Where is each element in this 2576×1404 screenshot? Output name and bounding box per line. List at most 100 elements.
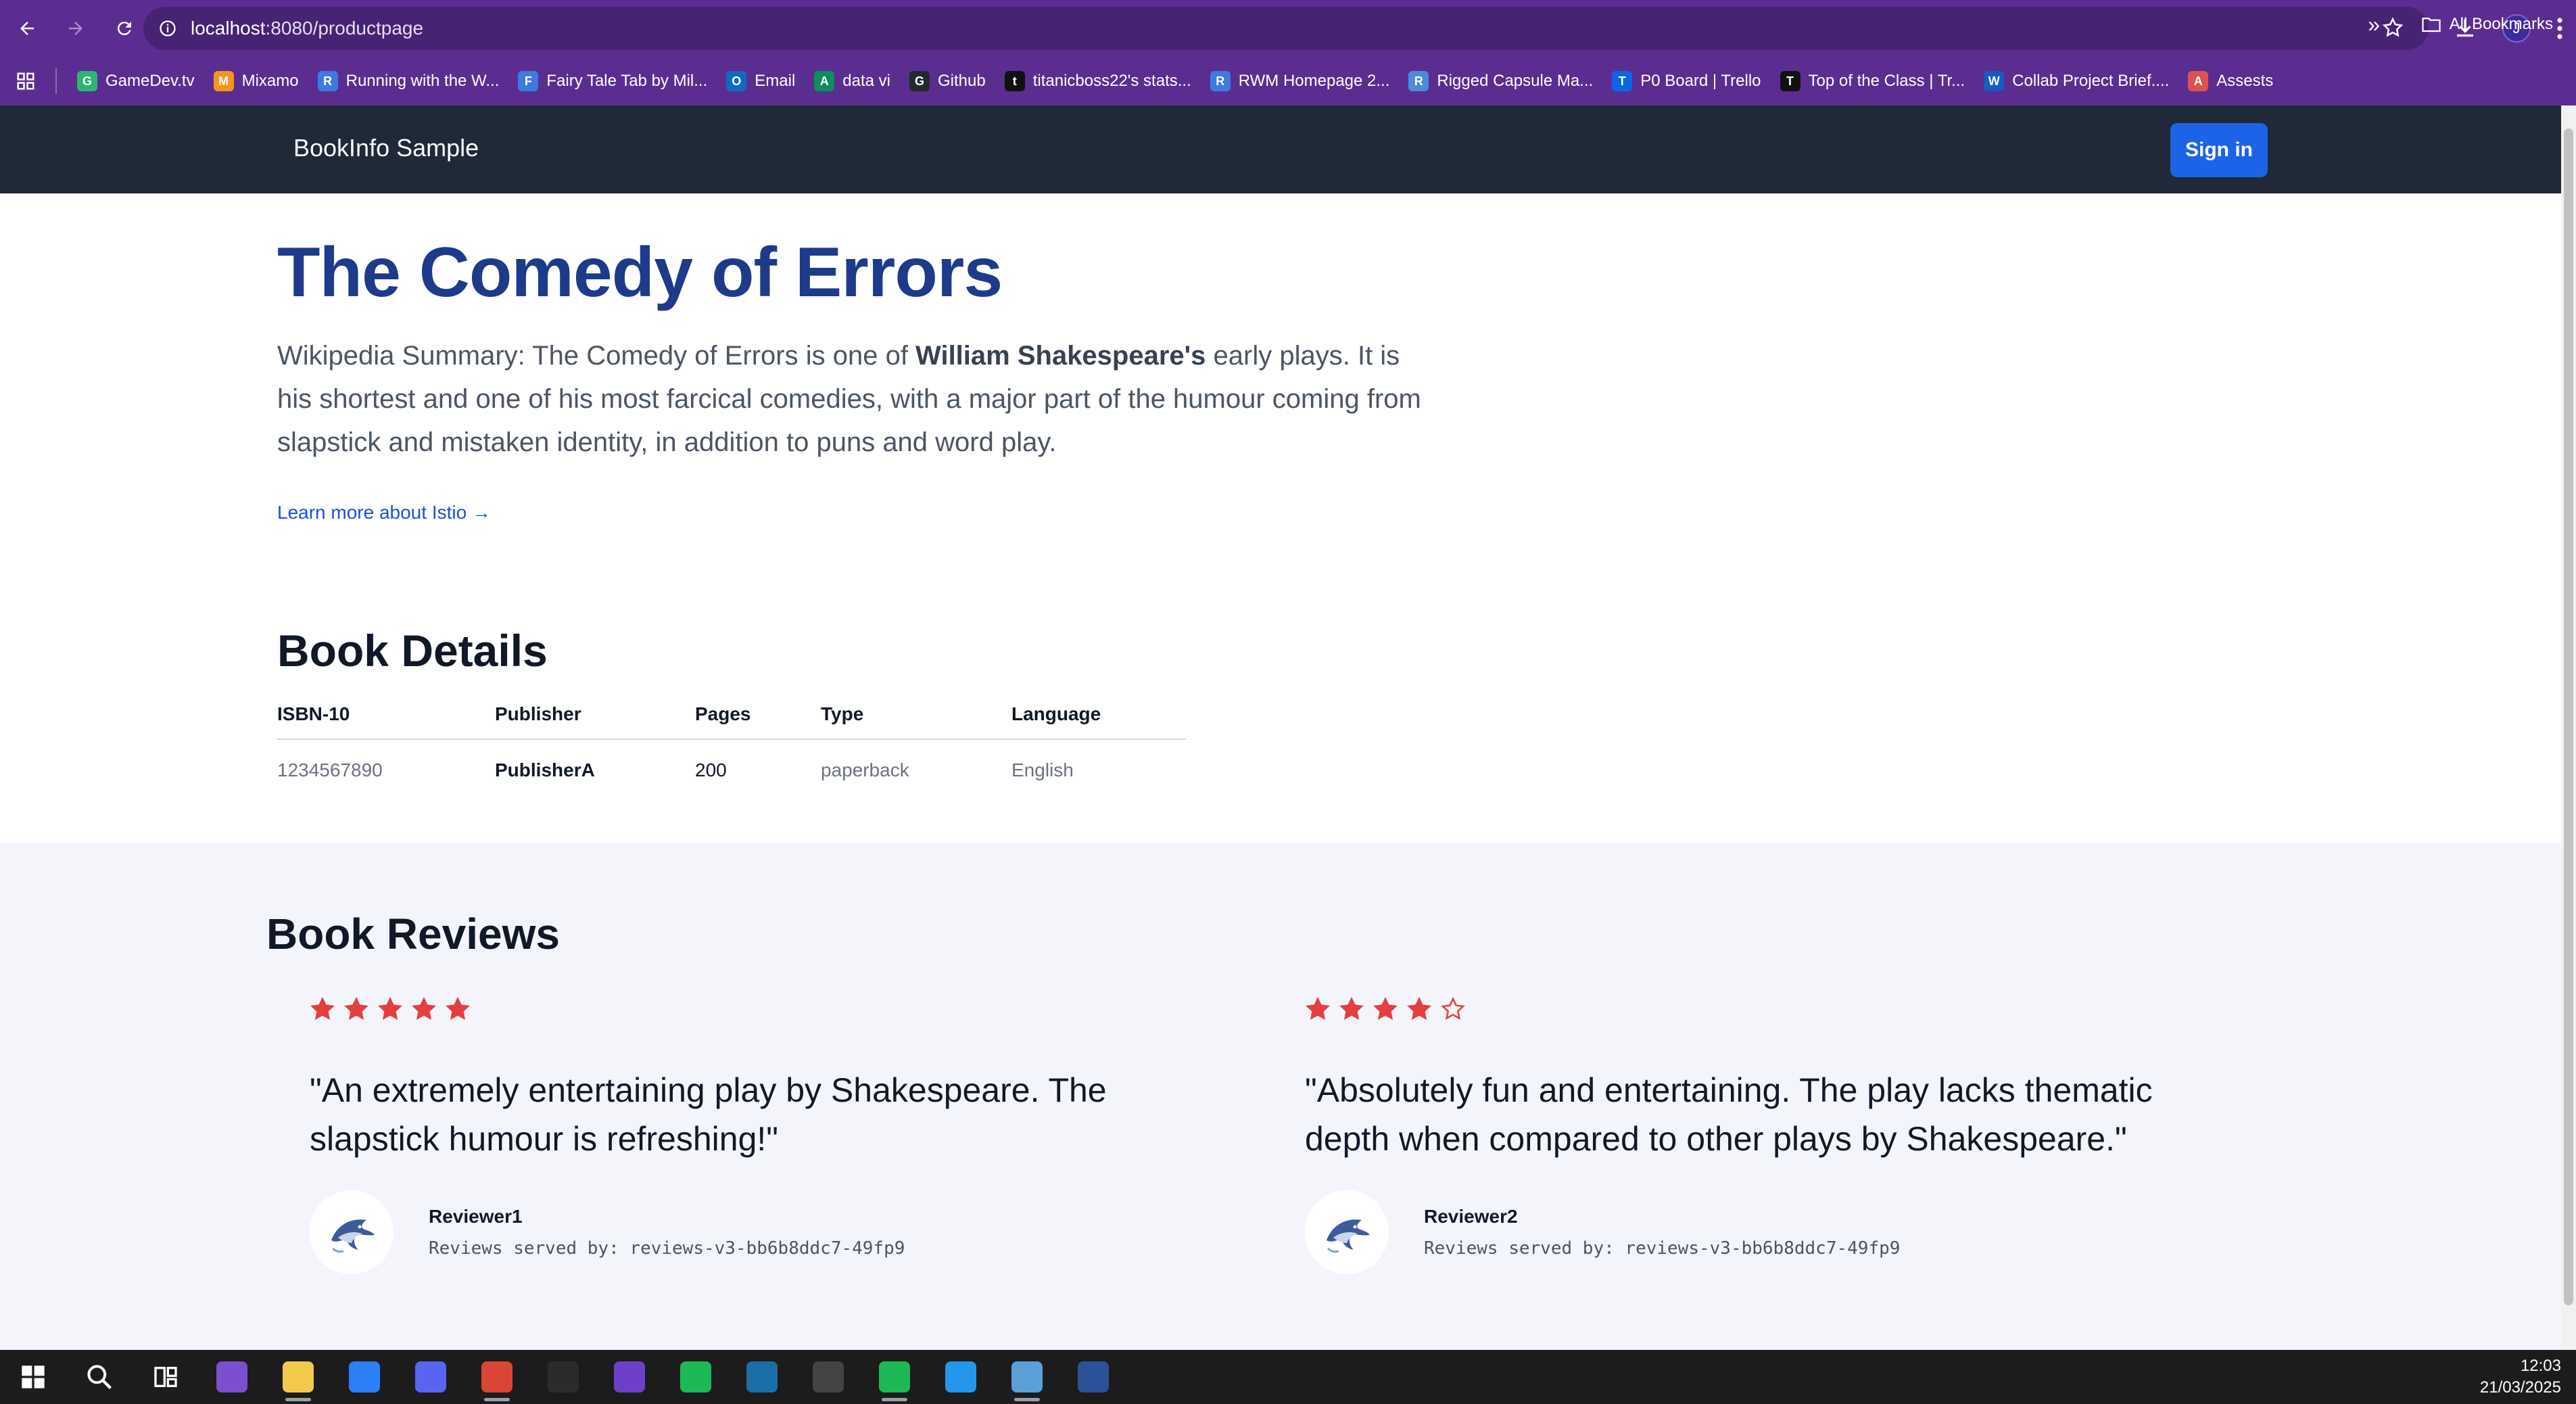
reload-icon bbox=[117, 22, 131, 36]
type-value: paperback bbox=[821, 759, 909, 780]
bookmark-label: Github bbox=[938, 72, 986, 90]
discord-icon[interactable] bbox=[398, 1350, 464, 1404]
task-view-icon[interactable] bbox=[133, 1350, 199, 1404]
bookmark-item[interactable]: t titanicboss22's stats... bbox=[995, 64, 1201, 99]
bookmark-item[interactable]: A Assests bbox=[2178, 64, 2283, 99]
site-info-icon[interactable] bbox=[158, 19, 177, 38]
bookmark-label: GameDev.tv bbox=[105, 72, 195, 90]
filled-star-icon bbox=[377, 996, 403, 1022]
clock-time: 12:03 bbox=[2520, 1357, 2561, 1375]
bookmark-favicon-icon: M bbox=[213, 71, 234, 91]
reload-button[interactable] bbox=[100, 0, 149, 57]
bookmark-label: Email bbox=[755, 72, 796, 90]
bookmark-item[interactable]: Adata vi bbox=[805, 64, 900, 99]
bookmark-favicon-icon: A bbox=[2188, 71, 2209, 91]
bookmark-label: data vi bbox=[842, 72, 890, 90]
reviewer-name: Reviewer1 bbox=[429, 1206, 523, 1227]
review-card: "An extremely entertaining play by Shake… bbox=[310, 994, 1256, 1274]
bookmark-favicon-icon: G bbox=[77, 71, 97, 91]
bookmark-item[interactable]: W Collab Project Brief.... bbox=[1974, 64, 2178, 99]
terminal-icon[interactable] bbox=[530, 1350, 596, 1404]
language-value: English bbox=[1011, 759, 1074, 780]
product-title: The Comedy of Errors bbox=[277, 233, 1003, 312]
bookmark-favicon-icon: O bbox=[726, 71, 747, 91]
dolphin-icon bbox=[331, 1219, 375, 1253]
book-details-table: ISBN-10 Publisher Pages Type Language 12… bbox=[277, 690, 1186, 801]
details-header-row: ISBN-10 Publisher Pages Type Language bbox=[277, 690, 1186, 740]
bookmark-label: RWM Homepage 2... bbox=[1238, 72, 1390, 90]
bookmark-item[interactable]: R Running with the W... bbox=[308, 64, 509, 99]
bookmark-item[interactable]: F Fairy Tale Tab by Mil... bbox=[508, 64, 717, 99]
bookmark-item[interactable]: R RWM Homepage 2... bbox=[1201, 64, 1400, 99]
bookmark-favicon-icon: R bbox=[1210, 71, 1231, 91]
filled-star-icon bbox=[1339, 996, 1364, 1022]
sign-in-button[interactable]: Sign in bbox=[2170, 123, 2268, 177]
bookmark-item[interactable]: R Rigged Capsule Ma... bbox=[1399, 64, 1602, 99]
filled-star-icon bbox=[411, 996, 437, 1022]
unity-icon[interactable] bbox=[795, 1350, 861, 1404]
search-icon[interactable] bbox=[66, 1350, 133, 1404]
bookmark-star-icon[interactable] bbox=[2381, 16, 2404, 39]
url-text: localhost:8080/productpage bbox=[191, 18, 424, 39]
bookmark-item[interactable]: O Email bbox=[717, 64, 805, 99]
chrome-icon[interactable] bbox=[464, 1350, 530, 1404]
powershell-icon[interactable] bbox=[1060, 1350, 1126, 1404]
bookmark-item[interactable]: G Github bbox=[900, 64, 995, 99]
filled-star-icon bbox=[1305, 996, 1331, 1022]
back-button[interactable] bbox=[3, 0, 51, 57]
bookmark-item[interactable]: T P0 Board | Trello bbox=[1602, 64, 1770, 99]
system-clock[interactable]: 12:03 21/03/2025 bbox=[2480, 1355, 2561, 1399]
product-summary: Wikipedia Summary: The Comedy of Errors … bbox=[277, 341, 1421, 457]
bookmark-item[interactable]: G GameDev.tv bbox=[68, 64, 204, 99]
apps-grid-icon[interactable] bbox=[7, 71, 45, 91]
more-bookmarks-chevron-icon[interactable]: » bbox=[2368, 12, 2380, 37]
docker-icon[interactable] bbox=[928, 1350, 994, 1404]
visual-studio-icon[interactable] bbox=[199, 1350, 265, 1404]
filled-star-icon bbox=[1406, 996, 1432, 1022]
reviewer-info: Reviewer2 Reviews served by: reviews-v3-… bbox=[1305, 1190, 2251, 1274]
bookmark-label: Rigged Capsule Ma... bbox=[1437, 72, 1594, 90]
bookmark-favicon-icon: F bbox=[518, 71, 539, 91]
review-card: "Absolutely fun and entertaining. The pl… bbox=[1305, 994, 2251, 1274]
book-reviews-heading: Book Reviews bbox=[266, 910, 560, 958]
reviewer-avatar bbox=[310, 1190, 393, 1274]
spotify-icon-2[interactable] bbox=[861, 1350, 928, 1404]
notepad-icon[interactable] bbox=[994, 1350, 1060, 1404]
bookmark-label: titanicboss22's stats... bbox=[1032, 72, 1191, 90]
forward-button[interactable] bbox=[51, 0, 100, 57]
bookmark-label: Assests bbox=[2216, 72, 2274, 90]
learn-more-link[interactable]: Learn more about Istio → bbox=[277, 502, 491, 523]
filled-star-icon bbox=[1373, 996, 1398, 1022]
review-text: "An extremely entertaining play by Shake… bbox=[310, 1071, 1107, 1158]
scrollbar-thumb[interactable] bbox=[2564, 128, 2573, 1305]
microsoft-store-icon[interactable] bbox=[331, 1350, 398, 1404]
col-pages-header: Pages bbox=[695, 703, 751, 724]
github-desktop-icon[interactable] bbox=[596, 1350, 663, 1404]
bookmarks-divider bbox=[55, 68, 57, 94]
bookmark-favicon-icon: T bbox=[1780, 71, 1800, 91]
forward-arrow-icon bbox=[69, 22, 82, 35]
bookmark-label: Top of the Class | Tr... bbox=[1808, 72, 1965, 90]
spotify-icon[interactable] bbox=[663, 1350, 729, 1404]
book-details-heading: Book Details bbox=[277, 626, 548, 676]
address-bar[interactable]: localhost:8080/productpage bbox=[143, 7, 2429, 50]
page-scrollbar[interactable] bbox=[2561, 106, 2576, 1350]
bookmark-item[interactable]: T Top of the Class | Tr... bbox=[1771, 64, 1975, 99]
start-icon[interactable] bbox=[0, 1350, 66, 1404]
col-isbn-header: ISBN-10 bbox=[277, 703, 350, 724]
steam-icon[interactable] bbox=[729, 1350, 795, 1404]
review-text: "Absolutely fun and entertaining. The pl… bbox=[1305, 1071, 2153, 1158]
clock-date: 21/03/2025 bbox=[2479, 1378, 2561, 1397]
publisher-value: PublisherA bbox=[495, 759, 595, 780]
all-bookmarks-folder[interactable]: All Bookmarks bbox=[2412, 7, 2562, 42]
bookmarks-bar: G GameDev.tv M Mixamo R Running with the W...… bbox=[0, 57, 2576, 106]
bookmark-item[interactable]: M Mixamo bbox=[204, 64, 308, 99]
col-type-header: Type bbox=[821, 703, 864, 724]
star-rating bbox=[1305, 994, 2251, 1024]
windows-taskbar: 12:03 21/03/2025 bbox=[0, 1350, 2576, 1404]
bookmark-label: Collab Project Brief.... bbox=[2012, 72, 2170, 90]
brand-title[interactable]: BookInfo Sample bbox=[293, 134, 479, 162]
file-explorer-icon[interactable] bbox=[265, 1350, 331, 1404]
bookmark-label: Mixamo bbox=[241, 72, 299, 90]
pages-value: 200 bbox=[695, 759, 727, 780]
